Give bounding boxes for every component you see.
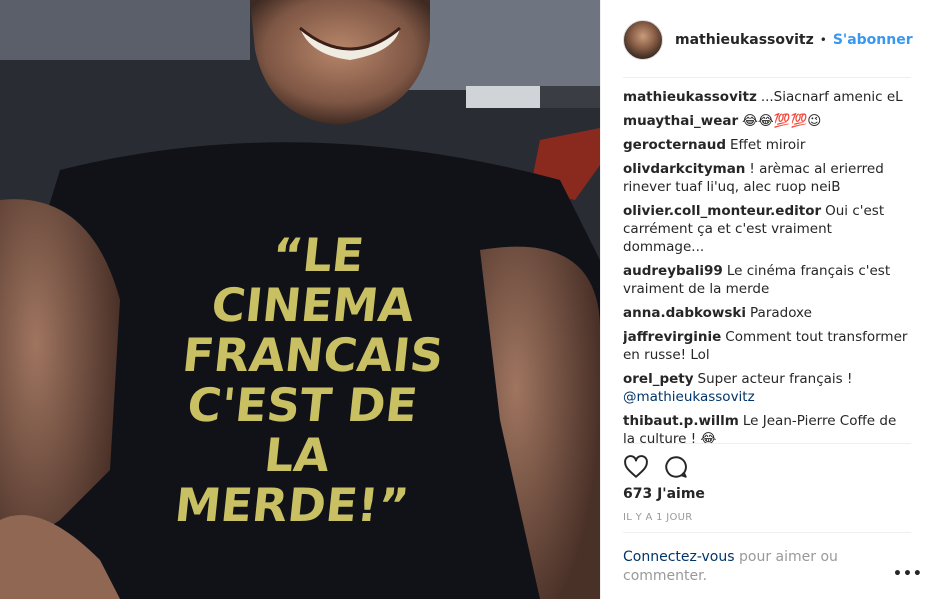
comment-author[interactable]: orel_pety [623, 371, 694, 387]
divider [623, 443, 911, 444]
post-actions [623, 454, 703, 480]
comment-text: 😂😂💯💯😉 [742, 113, 822, 129]
post-side-panel: mathieukassovitz • S'abonner mathieukass… [600, 0, 932, 599]
comment-item: audreybali99 Le cinéma français c'est vra… [623, 262, 911, 298]
comment-item: olivier.coll_monteur.editor Oui c'est car… [623, 202, 911, 256]
comment-author[interactable]: mathieukassovitz [623, 89, 757, 105]
more-options-icon[interactable]: ••• [893, 566, 923, 582]
comment-text: Effet miroir [730, 137, 806, 153]
comment-text: ...Siacnarf amenic eL [760, 89, 903, 105]
comment-author[interactable]: olivdarkcityman [623, 161, 745, 177]
comment-item: olivdarkcityman! arèmac al erierred rine… [623, 160, 911, 196]
comment-author[interactable]: anna.dabkowski [623, 305, 746, 321]
comment-item: thibaut.p.willm Le Jean-Pierre Coffe de l… [623, 412, 911, 443]
login-prompt: Connectez-vous pour aimer ou commenter. [623, 548, 873, 586]
header-separator: • [819, 33, 827, 47]
comment-item: muaythai_wear 😂😂💯💯😉 [623, 112, 911, 130]
post-photo[interactable]: “LE CINEMA FRANCAIS C'EST DE LA MERDE!” [0, 0, 600, 599]
follow-button[interactable]: S'abonner [833, 32, 913, 48]
comment-author[interactable]: gerocternaud [623, 137, 726, 153]
comment-item: orel_pety Super acteur français ! @mathie… [623, 370, 911, 406]
header-username[interactable]: mathieukassovitz [675, 32, 814, 48]
comment-author[interactable]: jaffrevirginie [623, 329, 721, 345]
login-link[interactable]: Connectez-vous [623, 549, 735, 565]
comment-item: gerocternaud Effet miroir [623, 136, 911, 154]
avatar[interactable] [623, 20, 663, 60]
comment-mention[interactable]: @mathieukassovitz [623, 389, 755, 405]
comment-author[interactable]: thibaut.p.willm [623, 413, 739, 429]
comment-item: anna.dabkowski Paradoxe [623, 304, 911, 322]
comment-text: Super acteur français ! [697, 371, 853, 387]
post-header: mathieukassovitz • S'abonner [623, 18, 913, 62]
comment-item: jaffrevirginie Comment tout transformer e… [623, 328, 911, 364]
comment-item: mathieukassovitz ...Siacnarf amenic eL [623, 88, 911, 106]
divider [623, 532, 911, 533]
comment-author[interactable]: olivier.coll_monteur.editor [623, 203, 821, 219]
comment-icon[interactable] [663, 454, 689, 480]
shirt-print-text: “LE CINEMA FRANCAIS C'EST DE LA MERDE!” [172, 228, 447, 532]
comment-text: Paradoxe [750, 305, 812, 321]
likes-count[interactable]: 673 J'aime [623, 486, 705, 502]
comments-list[interactable]: mathieukassovitz ...Siacnarf amenic eL mua… [623, 88, 911, 443]
comment-author[interactable]: muaythai_wear [623, 113, 738, 129]
divider [623, 77, 911, 78]
comment-author[interactable]: audreybali99 [623, 263, 723, 279]
heart-icon[interactable] [623, 454, 649, 480]
post-timestamp: IL Y A 1 JOUR [623, 512, 693, 523]
